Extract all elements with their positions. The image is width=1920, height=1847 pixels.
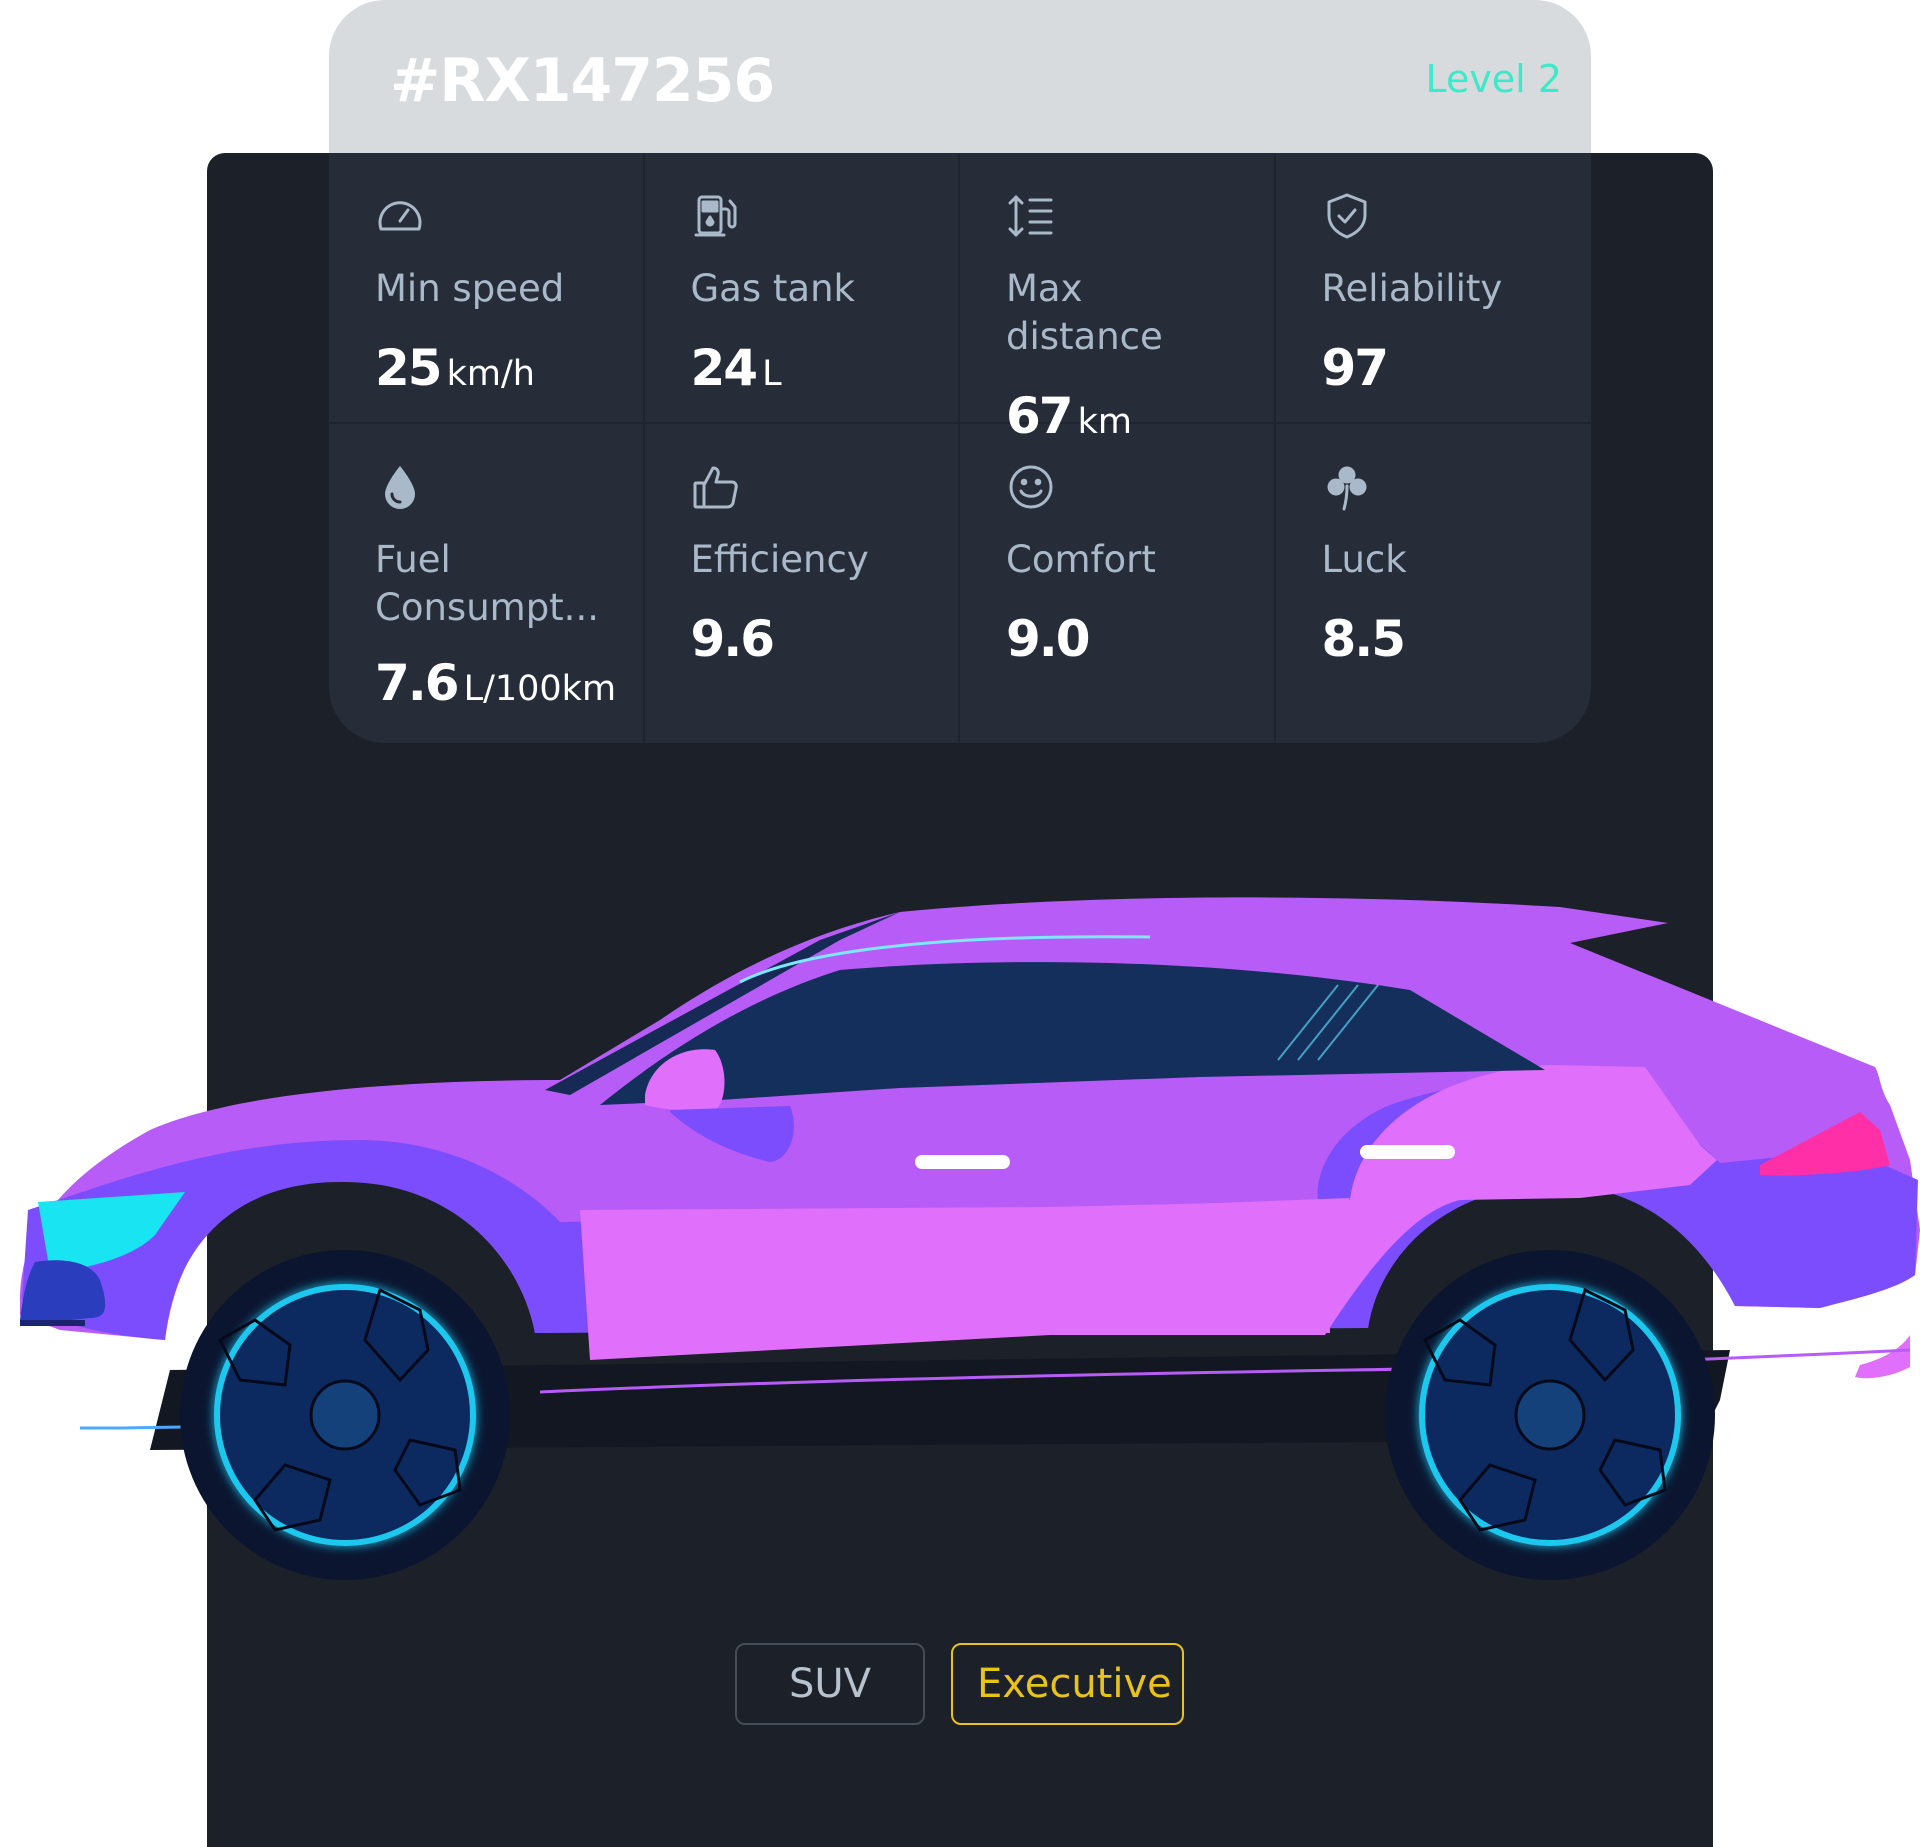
clover-icon <box>1322 462 1372 512</box>
smiley-icon <box>1006 462 1056 512</box>
stat-label: Max distance <box>1006 267 1163 358</box>
stat-label: Min speed <box>375 267 565 310</box>
speedometer-icon <box>375 191 425 241</box>
stat-reliability: Reliability 97 <box>1275 153 1591 424</box>
stat-value: 25 km/h <box>375 339 535 397</box>
front-wheel <box>180 1250 510 1580</box>
door-handle-front <box>915 1155 1010 1169</box>
stat-value: 9.6 <box>690 610 776 668</box>
category-tags: SUV Executive <box>735 1643 1184 1725</box>
stat-luck: Luck 8.5 <box>1276 424 1592 743</box>
drop-icon <box>375 462 425 512</box>
stat-min-speed: Min speed 25 km/h <box>329 153 645 424</box>
shield-check-icon <box>1322 191 1372 241</box>
tag-suv[interactable]: SUV <box>735 1643 925 1725</box>
vehicle-id: #RX147256 <box>390 46 775 116</box>
rear-reflector <box>1855 1335 1910 1379</box>
stat-label: Reliability <box>1321 267 1503 310</box>
stat-label: Luck <box>1321 538 1407 581</box>
thumbs-up-icon <box>691 462 741 512</box>
level-badge: Level 2 <box>1425 57 1562 101</box>
stat-efficiency: Efficiency 9.6 <box>645 424 960 743</box>
stat-label: Gas tank <box>690 267 855 310</box>
tag-executive[interactable]: Executive <box>951 1643 1184 1725</box>
stat-value: 9.0 <box>1006 610 1091 668</box>
stat-fuel-consumption: Fuel Consumpt... 7.6 L/100km <box>329 424 645 743</box>
stat-max-distance: Max distance 67 km <box>960 153 1276 445</box>
stat-gas-tank: Gas tank 24 L <box>644 153 960 424</box>
car-illustration <box>20 897 1920 1580</box>
rear-wheel <box>1385 1250 1715 1580</box>
car-door-rear <box>1030 1198 1350 1335</box>
stat-value: 7.6 L/100km <box>375 654 617 712</box>
door-handle-rear <box>1360 1145 1455 1159</box>
distance-icon <box>1006 191 1056 241</box>
stat-comfort: Comfort 9.0 <box>960 424 1276 743</box>
fuel-pump-icon <box>691 191 741 241</box>
stat-label: Comfort <box>1006 538 1156 581</box>
stat-value: 24 L <box>690 339 782 397</box>
stat-label: Fuel Consumpt... <box>375 538 599 629</box>
stat-value: 8.5 <box>1321 610 1407 668</box>
stats-grid: Min speed 25 km/h Gas tank 24 L Max dist… <box>329 153 1591 743</box>
stat-value: 97 <box>1321 339 1390 397</box>
stat-label: Efficiency <box>690 538 869 581</box>
